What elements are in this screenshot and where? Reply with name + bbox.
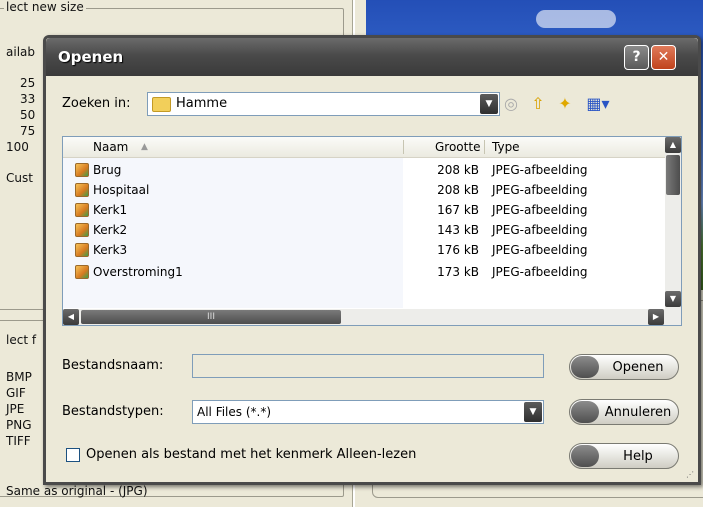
- file-name: Kerk2: [93, 223, 128, 237]
- back-icon[interactable]: ◎: [501, 94, 521, 114]
- list-header: Naam ▲ Grootte Type: [63, 137, 665, 158]
- dialog-title: Openen: [58, 48, 124, 66]
- readonly-checkbox[interactable]: [66, 448, 80, 462]
- title-bar[interactable]: Openen ? ✕: [46, 38, 698, 76]
- format-option[interactable]: GIF: [6, 386, 26, 400]
- file-name: Overstroming1: [93, 265, 183, 279]
- size-option[interactable]: 33: [20, 92, 35, 106]
- size-group-legend: lect new size: [4, 0, 86, 14]
- file-size: 176 kB: [437, 243, 479, 257]
- size-option[interactable]: 25: [20, 76, 35, 90]
- filename-label: Bestandsnaam:: [62, 358, 164, 373]
- readonly-label: Openen als bestand met het kenmerk Allee…: [86, 447, 417, 462]
- output-format-text: Same as original - (JPG): [6, 484, 148, 498]
- format-option[interactable]: PNG: [6, 418, 32, 432]
- scroll-left-icon[interactable]: ◀: [63, 309, 79, 325]
- view-menu-icon[interactable]: ▦▾: [584, 94, 612, 114]
- horizontal-scroll-thumb[interactable]: III: [81, 310, 341, 324]
- vertical-scrollbar[interactable]: ▲ ▼: [665, 137, 681, 309]
- file-row[interactable]: Brug 208 kB JPEG-afbeelding: [63, 161, 665, 180]
- file-size: 208 kB: [437, 183, 479, 197]
- file-row[interactable]: Kerk1 167 kB JPEG-afbeelding: [63, 201, 665, 220]
- jpeg-file-icon: [75, 163, 89, 177]
- jpeg-file-icon: [75, 183, 89, 197]
- button-knob: [571, 401, 599, 423]
- file-type: JPEG-afbeelding: [492, 163, 588, 177]
- format-option[interactable]: TIFF: [6, 434, 31, 448]
- filetype-select[interactable]: All Files (*.*) ▼: [192, 400, 544, 424]
- horizontal-scrollbar[interactable]: ◀ III ▶: [63, 309, 681, 325]
- file-size: 143 kB: [437, 223, 479, 237]
- scroll-up-icon[interactable]: ▲: [665, 137, 681, 153]
- scroll-down-icon[interactable]: ▼: [665, 291, 681, 307]
- file-type: JPEG-afbeelding: [492, 223, 588, 237]
- file-size: 173 kB: [437, 265, 479, 279]
- lookin-value: Hamme: [176, 96, 228, 111]
- filetype-label: Bestandstypen:: [62, 404, 164, 419]
- jpeg-file-icon: [75, 203, 89, 217]
- open-button[interactable]: Openen: [569, 354, 679, 380]
- size-option[interactable]: 75: [20, 124, 35, 138]
- file-name: Brug: [93, 163, 122, 177]
- vertical-scroll-thumb[interactable]: [666, 155, 680, 195]
- format-option[interactable]: BMP: [6, 370, 32, 384]
- up-folder-icon[interactable]: ⇧: [528, 94, 548, 114]
- file-list[interactable]: Naam ▲ Grootte Type Brug 208 kB JPEG-afb…: [62, 136, 682, 326]
- chevron-down-icon[interactable]: ▼: [480, 94, 498, 114]
- scroll-right-icon[interactable]: ▶: [648, 309, 664, 325]
- jpeg-file-icon: [75, 223, 89, 237]
- format-group-label: lect f: [6, 333, 37, 347]
- new-folder-icon[interactable]: ✦: [555, 94, 575, 114]
- file-name: Kerk3: [93, 243, 128, 257]
- chevron-down-icon[interactable]: ▼: [524, 402, 542, 422]
- jpeg-file-icon: [75, 243, 89, 257]
- file-size: 208 kB: [437, 163, 479, 177]
- column-name[interactable]: Naam: [93, 140, 128, 154]
- lookin-label: Zoeken in:: [62, 96, 131, 111]
- cloud-shape: [536, 10, 616, 28]
- help-title-button[interactable]: ?: [624, 45, 649, 70]
- jpeg-file-icon: [75, 265, 89, 279]
- file-type: JPEG-afbeelding: [492, 203, 588, 217]
- close-button[interactable]: ✕: [651, 45, 676, 70]
- file-name: Hospitaal: [93, 183, 150, 197]
- lookin-combo[interactable]: Hamme ▼: [147, 92, 500, 116]
- file-size: 167 kB: [437, 203, 479, 217]
- format-option[interactable]: JPE: [6, 402, 24, 416]
- open-dialog: Openen ? ✕ Zoeken in: Hamme ▼ ◎ ⇧ ✦ ▦▾ N…: [43, 35, 701, 485]
- file-type: JPEG-afbeelding: [492, 265, 588, 279]
- help-button[interactable]: Help: [569, 443, 679, 469]
- cancel-button-label: Annuleren: [604, 405, 672, 420]
- size-group-label: ailab: [6, 45, 35, 59]
- custom-size-label: Cust: [6, 171, 33, 185]
- filetype-value: All Files (*.*): [197, 405, 272, 419]
- column-separator: [484, 140, 485, 154]
- help-button-label: Help: [623, 449, 653, 464]
- open-button-label: Openen: [612, 360, 664, 375]
- file-row[interactable]: Hospitaal 208 kB JPEG-afbeelding: [63, 181, 665, 200]
- file-row[interactable]: Kerk2 143 kB JPEG-afbeelding: [63, 221, 665, 240]
- cancel-button[interactable]: Annuleren: [569, 399, 679, 425]
- file-type: JPEG-afbeelding: [492, 243, 588, 257]
- column-size[interactable]: Grootte: [435, 140, 480, 154]
- filename-input[interactable]: [192, 354, 544, 378]
- size-option[interactable]: 50: [20, 108, 35, 122]
- size-option[interactable]: 100: [6, 140, 29, 154]
- sort-arrow-icon: ▲: [141, 142, 148, 152]
- resize-grip-icon[interactable]: ⋰: [686, 470, 696, 480]
- button-knob: [571, 445, 599, 467]
- column-separator: [403, 140, 404, 154]
- folder-icon: [152, 97, 171, 112]
- file-name: Kerk1: [93, 203, 128, 217]
- button-knob: [571, 356, 599, 378]
- column-type[interactable]: Type: [492, 140, 520, 154]
- file-row[interactable]: Overstroming1 173 kB JPEG-afbeelding: [63, 263, 665, 282]
- file-row[interactable]: Kerk3 176 kB JPEG-afbeelding: [63, 241, 665, 260]
- file-type: JPEG-afbeelding: [492, 183, 588, 197]
